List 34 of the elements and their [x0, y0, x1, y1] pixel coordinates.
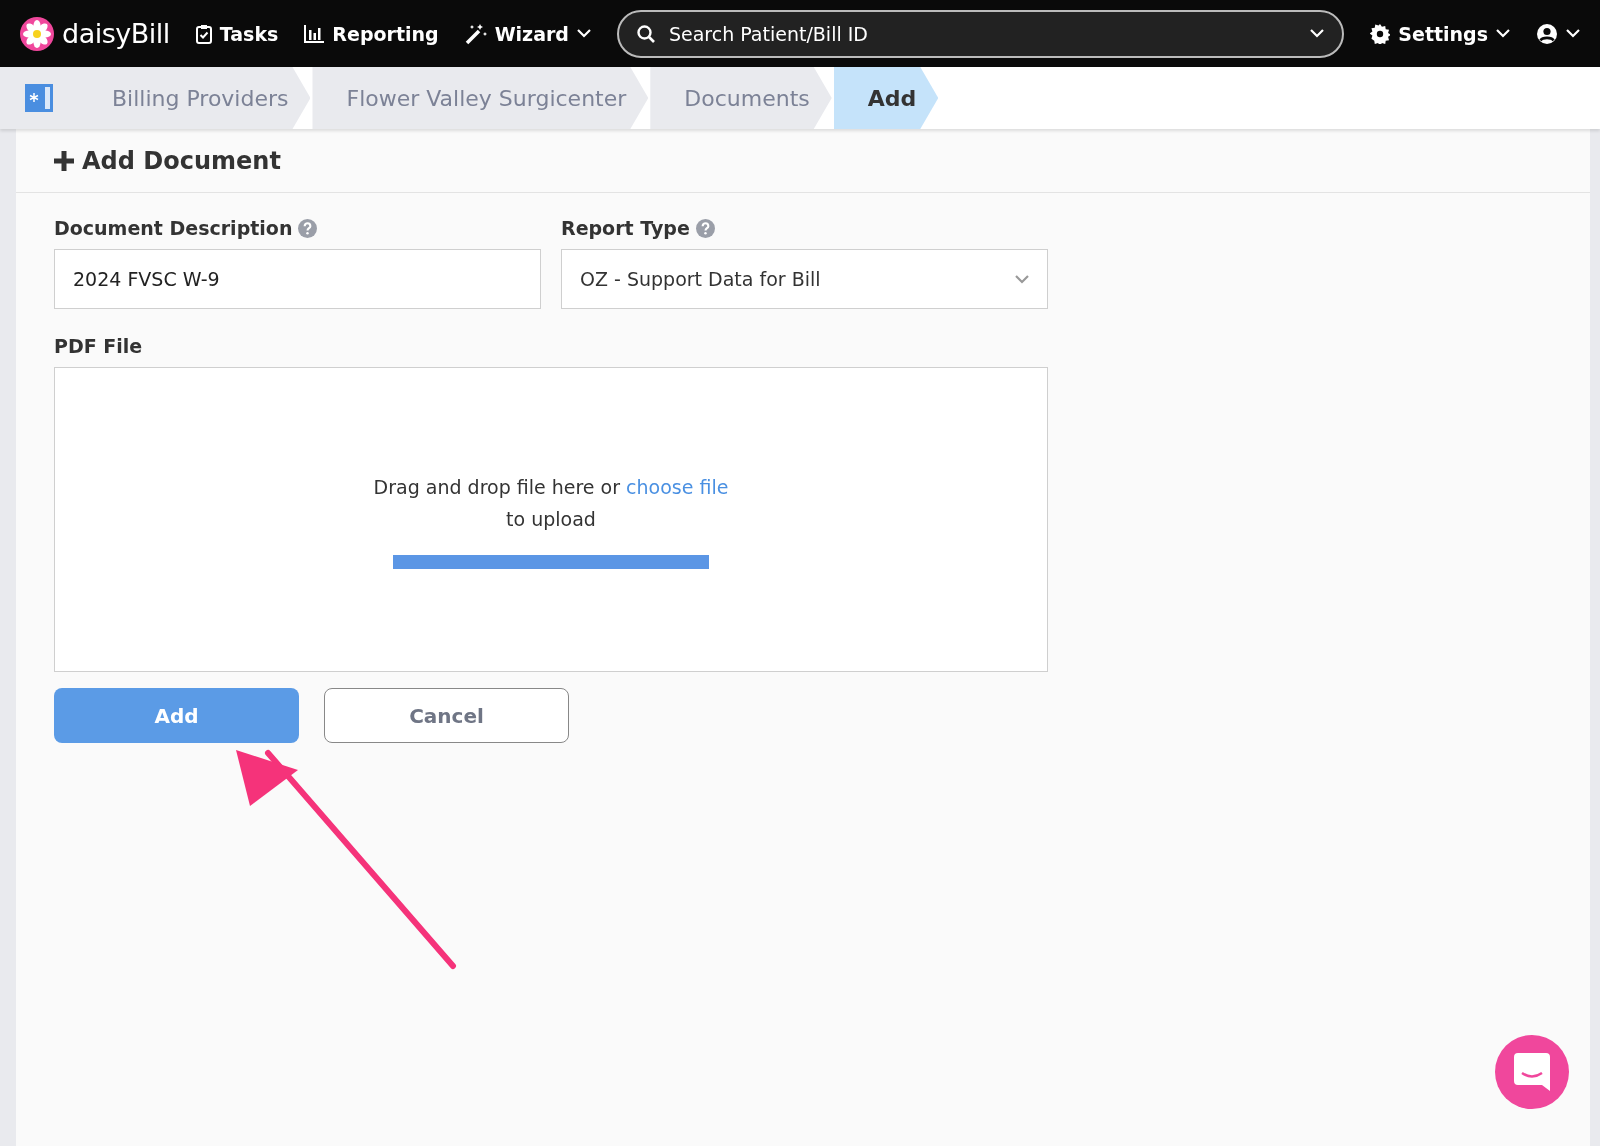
nav-menu-item[interactable]: Reporting — [304, 22, 439, 45]
help-icon — [298, 218, 318, 238]
plus-icon — [54, 150, 74, 171]
nav-menu-item[interactable]: Tasks — [195, 22, 279, 45]
bar-chart-icon — [304, 24, 325, 43]
chevron-down-icon — [1310, 29, 1325, 38]
search-icon — [636, 24, 655, 43]
chat-bubble-icon — [1514, 1053, 1550, 1091]
field-label: Document Description — [54, 217, 293, 239]
chevron-down-icon — [1015, 274, 1029, 284]
file-drop-zone[interactable]: Drag and drop file here or choose file to upload — [54, 367, 1048, 672]
settings-icon — [1370, 23, 1391, 44]
clipboard-check-icon — [195, 23, 212, 44]
search-bar[interactable]: Search Patient/Bill ID — [616, 9, 1345, 58]
magic-wand-icon — [464, 22, 487, 45]
cancel-button[interactable]: Cancel — [324, 688, 569, 743]
breadcrumb-link[interactable]: Add — [833, 67, 939, 129]
chevron-down-icon — [1496, 29, 1510, 38]
user-circle-icon — [1536, 22, 1558, 45]
nav-menu-item[interactable]: Wizard — [464, 22, 591, 45]
help-icon — [695, 218, 715, 238]
chevron-down-icon — [1566, 29, 1580, 38]
form-title: Add Document — [54, 146, 281, 175]
field-label: PDF File — [54, 335, 144, 357]
app-logo-text: daisyBill — [62, 18, 170, 49]
description-input[interactable]: 2024 FVSC W-9 — [54, 249, 541, 309]
settings-menu[interactable]: Settings — [1370, 22, 1510, 45]
report-type-select[interactable]: OZ - Support Data for Bill — [561, 249, 1048, 309]
field-label: Report Type — [561, 217, 690, 239]
search-field[interactable]: Search Patient/Bill ID — [666, 21, 1299, 46]
document-icon[interactable] — [24, 83, 54, 113]
drop-instructions: Drag and drop file here or choose file to upload — [373, 474, 729, 532]
flower-logo-icon — [20, 16, 54, 51]
account-menu[interactable] — [1536, 22, 1580, 45]
